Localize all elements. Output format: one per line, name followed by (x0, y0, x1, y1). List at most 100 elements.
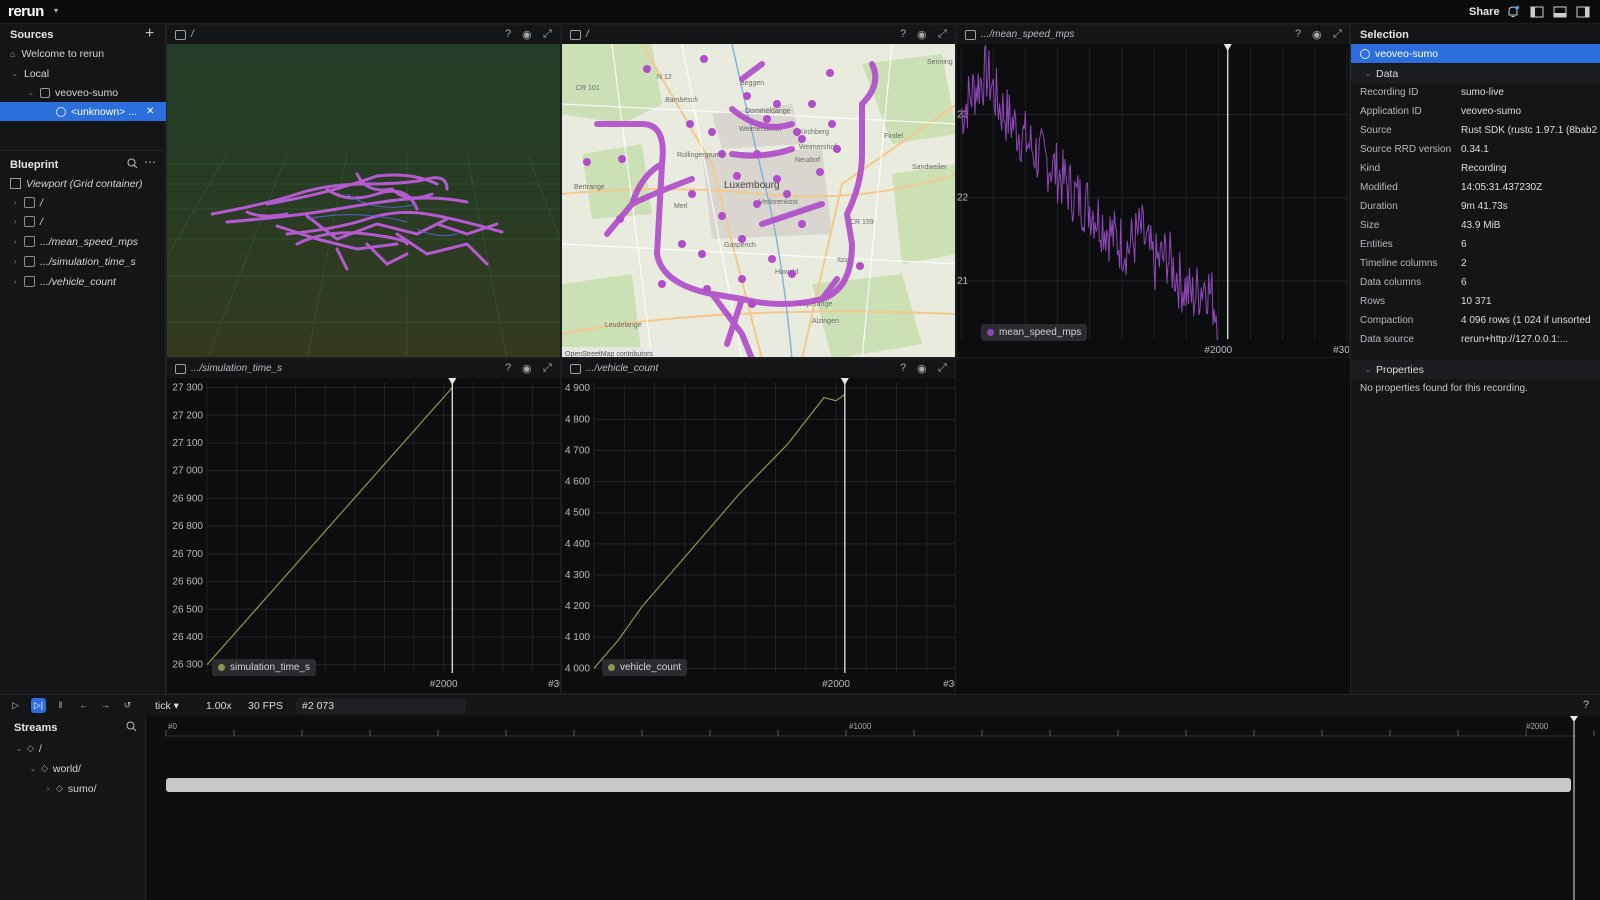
property-row[interactable]: Entities 6 (1360, 239, 1467, 250)
property-row[interactable]: Source Rust SDK (rustc 1.97.1 (8bab2 (1360, 125, 1597, 136)
data-density-bar[interactable] (166, 778, 1571, 792)
view-3d-tab[interactable]: / (167, 25, 560, 44)
chevron-down-icon[interactable]: ⌄ (26, 88, 36, 97)
property-row[interactable]: Data columns 6 (1360, 277, 1467, 288)
close-icon[interactable]: ✕ (146, 106, 154, 117)
legend-mean-speed[interactable]: mean_speed_mps (981, 324, 1088, 341)
search-icon[interactable] (126, 721, 137, 732)
blueprint-item-vehicle-count[interactable]: › .../vehicle_count (0, 272, 166, 291)
more-icon[interactable]: ⋯ (144, 155, 156, 169)
selected-item[interactable]: veoveo-sumo (1351, 44, 1600, 63)
chevron-down-icon[interactable]: ⌄ (14, 744, 24, 753)
property-row[interactable]: Size 43.9 MiB (1360, 220, 1500, 231)
chevron-down-icon[interactable]: ⌄ (28, 764, 38, 773)
chevron-down-icon[interactable]: ⌄ (10, 69, 20, 78)
play-icon[interactable]: ▷ (8, 698, 23, 713)
maximize-icon[interactable]: ⤢ (543, 28, 552, 41)
eye-icon[interactable]: ◉ (522, 362, 532, 375)
vehicle-count-plot[interactable]: 4 900 4 800 4 700 4 600 4 500 4 400 4 300 4 200… (562, 378, 956, 694)
eye-icon[interactable]: ◉ (917, 362, 927, 375)
view-simulation-time-tab[interactable]: .../simulation_time_s (167, 359, 560, 378)
left-panel-toggle-icon[interactable] (1530, 5, 1544, 19)
view-mean-speed[interactable]: .../mean_speed_mps ? ◉ ⤢ 232221#2000#300… (956, 24, 1350, 358)
search-icon[interactable] (127, 158, 138, 169)
time-cursor-handle[interactable] (1570, 716, 1578, 722)
add-source-icon[interactable]: + (145, 25, 154, 43)
maximize-icon[interactable]: ⤢ (938, 28, 947, 41)
eye-icon[interactable]: ◉ (917, 28, 927, 41)
data-section-header[interactable]: ⌄ Data (1351, 64, 1600, 83)
property-row[interactable]: Source RRD version 0.34.1 (1360, 144, 1489, 155)
follow-icon[interactable]: ▷| (31, 698, 46, 713)
properties-section-header[interactable]: ⌄ Properties (1351, 360, 1600, 379)
bottom-panel-toggle-icon[interactable] (1553, 5, 1567, 19)
maximize-icon[interactable]: ⤢ (543, 362, 552, 375)
chevron-down-icon[interactable]: ⌄ (1363, 69, 1373, 78)
timeline-ruler[interactable]: #0 #1000 #2000 (146, 716, 1600, 900)
blueprint-item-3d[interactable]: › / (0, 193, 166, 212)
property-row[interactable]: Kind Recording (1360, 163, 1507, 174)
help-icon[interactable]: ? (505, 362, 511, 374)
property-row[interactable]: Compaction 4 096 rows (1 024 if unsorted (1360, 315, 1591, 326)
current-time-field[interactable]: #2 073 (296, 698, 466, 714)
chevron-down-icon[interactable]: ▾ (54, 6, 58, 15)
chevron-down-icon[interactable]: ⌄ (1363, 365, 1373, 374)
local-row[interactable]: ⌄ Local (0, 64, 166, 83)
help-icon[interactable]: ? (1295, 28, 1301, 40)
view-map-tab[interactable]: / (562, 25, 955, 44)
chevron-right-icon[interactable]: › (10, 257, 20, 266)
bell-icon[interactable] (1506, 5, 1520, 19)
help-icon[interactable]: ? (505, 28, 511, 40)
help-icon[interactable]: ? (1583, 699, 1589, 711)
blueprint-item-simulation-time[interactable]: › .../simulation_time_s (0, 252, 166, 271)
property-row[interactable]: Timeline columns 2 (1360, 258, 1467, 269)
step-forward-icon[interactable]: → (98, 698, 113, 713)
stream-root[interactable]: ⌄ ◇ / (0, 739, 146, 758)
maximize-icon[interactable]: ⤢ (938, 362, 947, 375)
property-row[interactable]: Duration 9m 41.73s (1360, 201, 1508, 212)
view-3d[interactable]: / ? ◉ ⤢ (166, 24, 561, 358)
eye-icon[interactable]: ◉ (522, 28, 532, 41)
pause-icon[interactable]: ‖ (53, 698, 68, 713)
stream-sumo[interactable]: › ◇ sumo/ (0, 779, 146, 798)
chevron-right-icon[interactable]: › (10, 237, 20, 246)
property-row[interactable]: Recording ID sumo-live (1360, 87, 1504, 98)
rerun-logo[interactable]: rerun (8, 3, 44, 20)
view-vehicle-count[interactable]: .../vehicle_count ? ◉ ⤢ 4 900 4 800 4 700 4… (561, 358, 956, 694)
property-row[interactable]: Modified 14:05:31.437230Z (1360, 182, 1542, 193)
chevron-right-icon[interactable]: › (43, 784, 53, 793)
chevron-right-icon[interactable]: › (10, 217, 20, 226)
viewport-row[interactable]: Viewport (Grid container) (0, 174, 166, 193)
simulation-time-plot[interactable]: 27 300 27 200 27 100 27 000 26 900 26 800 26 7… (167, 378, 561, 694)
right-panel-toggle-icon[interactable] (1576, 5, 1590, 19)
fps-setting[interactable]: 30 FPS (248, 700, 283, 712)
legend-simulation-time[interactable]: simulation_time_s (212, 659, 317, 676)
view-vehicle-count-tab[interactable]: .../vehicle_count (562, 359, 955, 378)
legend-vehicle-count[interactable]: vehicle_count (602, 659, 688, 676)
blueprint-item-map[interactable]: › / (0, 212, 166, 231)
playback-speed[interactable]: 1.00x (206, 700, 232, 712)
share-button[interactable]: Share (1469, 6, 1500, 18)
timeline-area[interactable]: #0 #1000 #2000 (146, 716, 1600, 900)
chevron-right-icon[interactable]: › (10, 198, 20, 207)
eye-icon[interactable]: ◉ (1312, 28, 1322, 41)
property-row[interactable]: Data source rerun+http://127.0.0.1:... (1360, 334, 1568, 345)
chevron-right-icon[interactable]: › (10, 277, 20, 286)
view-simulation-time[interactable]: .../simulation_time_s ? ◉ ⤢ 27 300 27 200… (166, 358, 561, 694)
maximize-icon[interactable]: ⤢ (1333, 28, 1342, 41)
stream-world[interactable]: ⌄ ◇ world/ (0, 759, 146, 778)
loop-icon[interactable]: ↺ (120, 698, 135, 713)
map-canvas[interactable]: N 12 CR 101 Beggen Dommeldange Bambësch … (562, 44, 956, 358)
map-attribution[interactable]: OpenStreetMap contributors (565, 351, 653, 358)
property-row[interactable]: Rows 10 371 (1360, 296, 1492, 307)
view-map[interactable]: / ? ◉ ⤢ N 12 CR 101 Beggen Dommeldange B… (561, 24, 956, 358)
scene-3d[interactable] (167, 44, 561, 358)
help-icon[interactable]: ? (900, 28, 906, 40)
timeline-selector[interactable]: tick ▾ (155, 700, 179, 712)
help-icon[interactable]: ? (900, 362, 906, 374)
mean-speed-plot[interactable]: 232221#2000#3000 (957, 44, 1350, 358)
property-row[interactable]: Application ID veoveo-sumo (1360, 106, 1521, 117)
welcome-row[interactable]: ⌂ Welcome to rerun (0, 44, 166, 63)
unknown-app-row[interactable]: <unknown> ... ✕ (0, 102, 166, 121)
view-mean-speed-tab[interactable]: .../mean_speed_mps (957, 25, 1349, 44)
